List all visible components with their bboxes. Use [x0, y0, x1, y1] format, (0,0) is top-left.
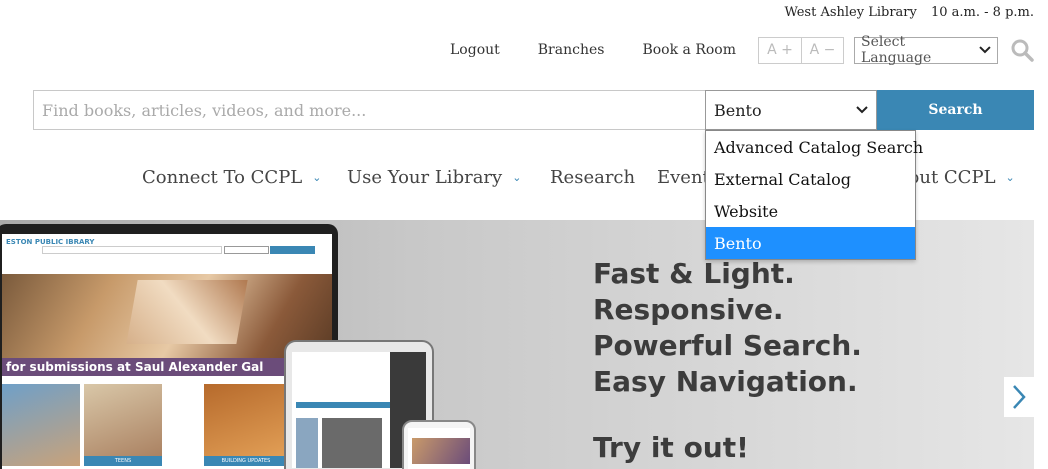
search-scope-select[interactable]: Bento: [705, 90, 877, 130]
nav-connect[interactable]: Connect To CCPL ⌄: [142, 167, 321, 188]
chevron-down-icon: [856, 106, 868, 114]
chevron-down-icon: ⌄: [512, 170, 522, 184]
mock-tiles: TEENS BUILDING UPDATES: [2, 384, 332, 469]
hero-line: Powerful Search.: [593, 329, 862, 362]
font-decrease-button[interactable]: A −: [801, 37, 843, 63]
chevron-right-icon: [1013, 385, 1026, 409]
search-scope-dropdown: Advanced Catalog Search External Catalog…: [705, 130, 923, 260]
search-scope-value: Bento: [714, 100, 762, 120]
phone-mockup: [402, 420, 476, 469]
language-select-label: Select Language: [861, 34, 932, 66]
chevron-down-icon: ⌄: [1005, 170, 1015, 184]
chevron-down-icon: [979, 46, 991, 54]
hero-line: Easy Navigation.: [593, 365, 858, 398]
mock-logo: ESTON PUBLIC IBRARY: [6, 238, 95, 246]
mock-banner: for submissions at Saul Alexander Gal: [2, 358, 332, 376]
scope-option-advanced[interactable]: Advanced Catalog Search: [706, 131, 923, 163]
logout-link[interactable]: Logout: [450, 42, 500, 58]
branch-name[interactable]: West Ashley Library: [784, 5, 916, 20]
branch-hours: 10 a.m. - 8 p.m.: [931, 5, 1034, 20]
font-size-controls: A + A −: [758, 36, 844, 64]
mock-tile: [2, 384, 80, 466]
mock-search: [42, 246, 222, 254]
font-increase-button[interactable]: A +: [759, 38, 801, 63]
mock-tile-caption: TEENS: [84, 456, 162, 466]
mock-button: [270, 246, 315, 254]
mock-tile: BUILDING UPDATES: [204, 384, 288, 466]
nav-label: Research: [550, 166, 636, 188]
mock-photo: [2, 274, 332, 358]
language-select[interactable]: Select Language: [854, 34, 998, 66]
hero-line: Responsive.: [593, 293, 784, 326]
chevron-down-icon: ⌄: [312, 170, 322, 184]
nav-label: Use Your Library: [347, 166, 503, 188]
carousel-next-button[interactable]: [1004, 377, 1034, 417]
hero-headline: Fast & Light. Responsive. Powerful Searc…: [593, 256, 862, 400]
nav-label: Connect To CCPL: [142, 166, 303, 188]
mock-image: [412, 438, 470, 464]
nav-research[interactable]: Research: [550, 167, 635, 188]
search-icon[interactable]: [1010, 38, 1034, 62]
mock-image: [322, 418, 382, 468]
mock-select: [224, 246, 269, 254]
hero-cta[interactable]: Try it out!: [593, 431, 749, 464]
hero-line: Fast & Light.: [593, 257, 795, 290]
search-placeholder: Find books, articles, videos, and more..…: [42, 100, 367, 120]
scope-option-bento[interactable]: Bento: [706, 227, 915, 259]
branch-info: West Ashley Library 10 a.m. - 8 p.m.: [784, 5, 1034, 20]
scope-option-website[interactable]: Website: [706, 195, 915, 227]
utility-bar: Logout Branches Book a Room A + A − Sele…: [450, 34, 1034, 66]
mock-image: [296, 418, 318, 468]
phone-screen: [408, 428, 470, 469]
laptop-screen: ESTON PUBLIC IBRARY for submissions at S…: [2, 234, 332, 469]
search-button[interactable]: Search: [877, 90, 1034, 130]
mock-bar: [296, 402, 390, 408]
scope-option-external[interactable]: External Catalog: [706, 163, 915, 195]
mock-tile: TEENS: [84, 384, 162, 466]
search-input[interactable]: Find books, articles, videos, and more..…: [33, 90, 706, 130]
nav-use-your-library[interactable]: Use Your Library ⌄: [347, 167, 521, 188]
branches-link[interactable]: Branches: [538, 42, 605, 58]
mock-tile-caption: BUILDING UPDATES: [204, 456, 288, 466]
book-room-link[interactable]: Book a Room: [642, 42, 736, 58]
